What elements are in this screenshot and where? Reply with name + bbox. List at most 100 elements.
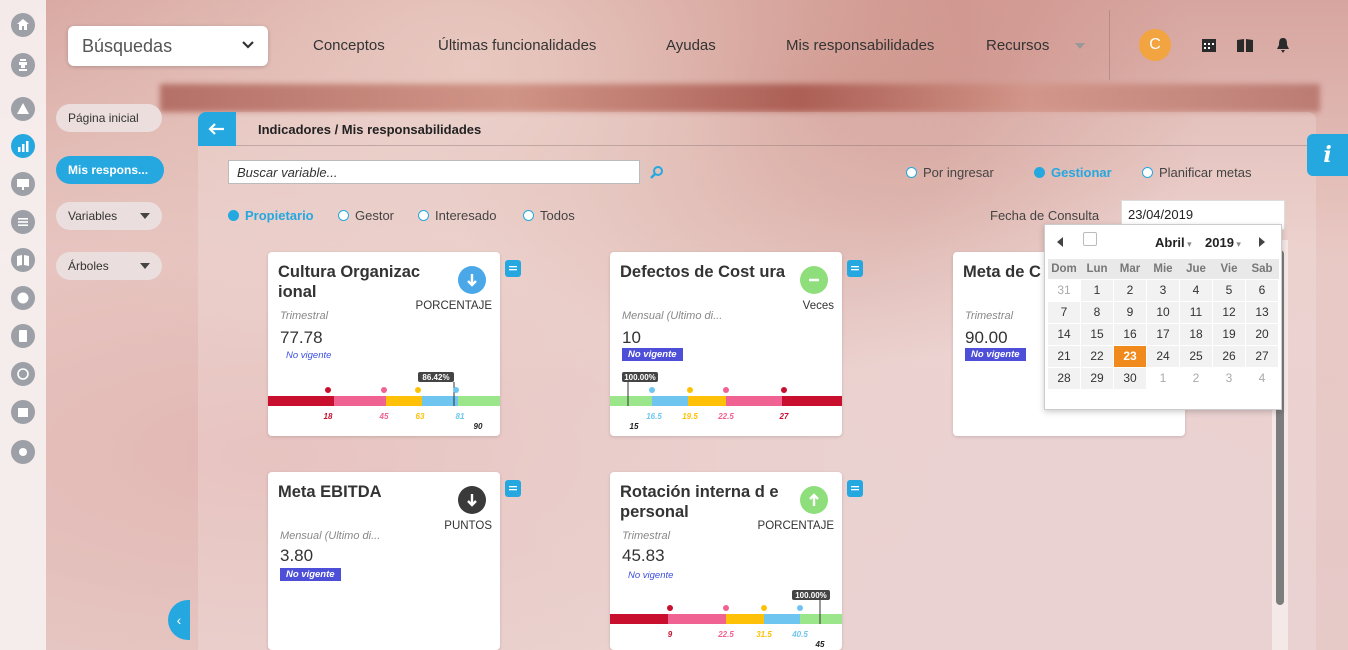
threshold-label: 27 (779, 412, 789, 421)
calendar-day[interactable]: 2 (1113, 278, 1147, 302)
calendar-day[interactable]: 23 (1113, 344, 1147, 368)
sidebar-item-pagina-inicial[interactable]: Página inicial (56, 104, 162, 132)
searches-dropdown[interactable]: Búsquedas (68, 26, 268, 66)
gear-icon[interactable] (11, 440, 35, 464)
calendar-day[interactable]: 22 (1080, 344, 1114, 368)
book-icon[interactable] (11, 248, 35, 272)
calendar-day[interactable]: 1 (1146, 366, 1180, 390)
filter-propietario[interactable]: Propietario (228, 208, 314, 223)
calendar-icon[interactable] (11, 400, 35, 424)
calendar-day[interactable]: 18 (1179, 322, 1213, 346)
date-picker: Abril ▾ 2019 ▾ Dom Lun Mar Mie Jue Vie Sab 31 1… (1044, 224, 1282, 410)
chart-icon[interactable] (11, 134, 35, 158)
clock-icon[interactable] (11, 286, 35, 310)
info-icon[interactable]: i (1307, 134, 1348, 176)
threshold-label: 22.5 (717, 630, 734, 639)
weekday-header: Mie (1146, 259, 1180, 279)
cycle-icon[interactable] (11, 362, 35, 386)
nav-ultimas-funcionalidades[interactable]: Últimas funcionalidades (438, 37, 596, 54)
year-select[interactable]: 2019 ▾ (1205, 235, 1241, 250)
calendar-day[interactable]: 2 (1179, 366, 1213, 390)
calendar-day[interactable]: 12 (1212, 300, 1246, 324)
indicator-card[interactable]: Rotación interna d e personal PORCENTAJE… (610, 472, 842, 650)
calendar-day[interactable]: 28 (1047, 366, 1081, 390)
calendar-day[interactable]: 24 (1146, 344, 1180, 368)
prev-month-icon[interactable] (1057, 237, 1063, 247)
searches-label: Búsquedas (82, 35, 173, 56)
list-icon[interactable] (11, 210, 35, 234)
filter-todos[interactable]: Todos (523, 208, 575, 223)
status-badge: No vigente (628, 570, 674, 581)
comment-icon[interactable] (847, 260, 863, 277)
presentation-icon[interactable] (11, 172, 35, 196)
chevron-down-icon (242, 41, 254, 49)
indicator-card[interactable]: Defectos de Cost ura Veces Mensual (Ulti… (610, 252, 842, 436)
sidebar-item-variables[interactable]: Variables (56, 202, 162, 230)
radio-icon (906, 167, 917, 178)
calendar-day[interactable]: 27 (1245, 344, 1279, 368)
calendar-day[interactable]: 21 (1047, 344, 1081, 368)
filter-interesado[interactable]: Interesado (418, 208, 496, 223)
threshold-label: 18 (324, 412, 333, 421)
calendar-day[interactable]: 25 (1179, 344, 1213, 368)
mode-gestionar[interactable]: Gestionar (1034, 165, 1112, 180)
calendar-day[interactable]: 20 (1245, 322, 1279, 346)
calendar-day[interactable]: 3 (1212, 366, 1246, 390)
home-icon[interactable] (11, 13, 35, 37)
calendar-day[interactable]: 30 (1113, 366, 1147, 390)
indicator-card[interactable]: Cultura Organizac ional PORCENTAJE Trime… (268, 252, 500, 436)
search-icon[interactable] (643, 161, 669, 183)
calendar-day[interactable]: 4 (1179, 278, 1213, 302)
calendar-day[interactable]: 3 (1146, 278, 1180, 302)
calendar-day[interactable]: 9 (1113, 300, 1147, 324)
variable-search-input[interactable]: Buscar variable... (228, 160, 663, 184)
back-button[interactable] (198, 112, 236, 146)
avatar[interactable]: C (1139, 29, 1171, 61)
comment-icon[interactable] (847, 480, 863, 497)
calendar-day[interactable]: 8 (1080, 300, 1114, 324)
trend-up-icon (800, 486, 828, 514)
card-period: Trimestral (622, 530, 671, 542)
trophy-icon[interactable] (11, 53, 35, 77)
calendar-day[interactable]: 19 (1212, 322, 1246, 346)
pyramid-icon[interactable] (11, 97, 35, 121)
collapse-sidebar-button[interactable]: ‹ (168, 600, 190, 640)
calendar-day[interactable]: 31 (1047, 278, 1081, 302)
calendar-day[interactable]: 4 (1245, 366, 1279, 390)
calendar-day[interactable]: 26 (1212, 344, 1246, 368)
filter-gestor[interactable]: Gestor (338, 208, 394, 223)
calendar-day[interactable]: 11 (1179, 300, 1213, 324)
calendar-day[interactable]: 10 (1146, 300, 1180, 324)
nav-recursos[interactable]: Recursos (986, 37, 1049, 54)
nav-conceptos[interactable]: Conceptos (313, 37, 385, 54)
mode-planificar-metas[interactable]: Planificar metas (1142, 165, 1251, 180)
calendar-day[interactable]: 15 (1080, 322, 1114, 346)
document-icon[interactable] (11, 324, 35, 348)
calendar-day[interactable]: 6 (1245, 278, 1279, 302)
calendar-icon[interactable] (1200, 36, 1218, 54)
nav-ayudas[interactable]: Ayudas (666, 37, 716, 54)
comment-icon[interactable] (505, 480, 521, 497)
calendar-day[interactable]: 1 (1080, 278, 1114, 302)
sidebar-item-mis-responsabilidades[interactable]: Mis respons... (56, 156, 164, 184)
indicator-card[interactable]: Meta EBITDA PUNTOS Mensual (Ultimo di...… (268, 472, 500, 650)
calendar-day[interactable]: 14 (1047, 322, 1081, 346)
nav-mis-responsabilidades[interactable]: Mis responsabilidades (786, 37, 934, 54)
comment-icon[interactable] (505, 260, 521, 277)
card-unit: PORCENTAJE (757, 520, 834, 532)
calendar-day[interactable]: 5 (1212, 278, 1246, 302)
calendar-day[interactable]: 29 (1080, 366, 1114, 390)
calendar-day[interactable]: 17 (1146, 322, 1180, 346)
bell-icon[interactable] (1274, 36, 1292, 54)
calendar-day[interactable]: 13 (1245, 300, 1279, 324)
calendar-day[interactable]: 16 (1113, 322, 1147, 346)
month-select[interactable]: Abril ▾ (1155, 235, 1192, 250)
radio-icon (228, 210, 239, 221)
threshold-label: 45 (379, 412, 389, 421)
calendar-icon[interactable] (1083, 232, 1097, 246)
mode-por-ingresar[interactable]: Por ingresar (906, 165, 994, 180)
sidebar-item-arboles[interactable]: Árboles (56, 252, 162, 280)
library-icon[interactable] (1236, 36, 1254, 54)
next-month-icon[interactable] (1259, 237, 1265, 247)
calendar-day[interactable]: 7 (1047, 300, 1081, 324)
